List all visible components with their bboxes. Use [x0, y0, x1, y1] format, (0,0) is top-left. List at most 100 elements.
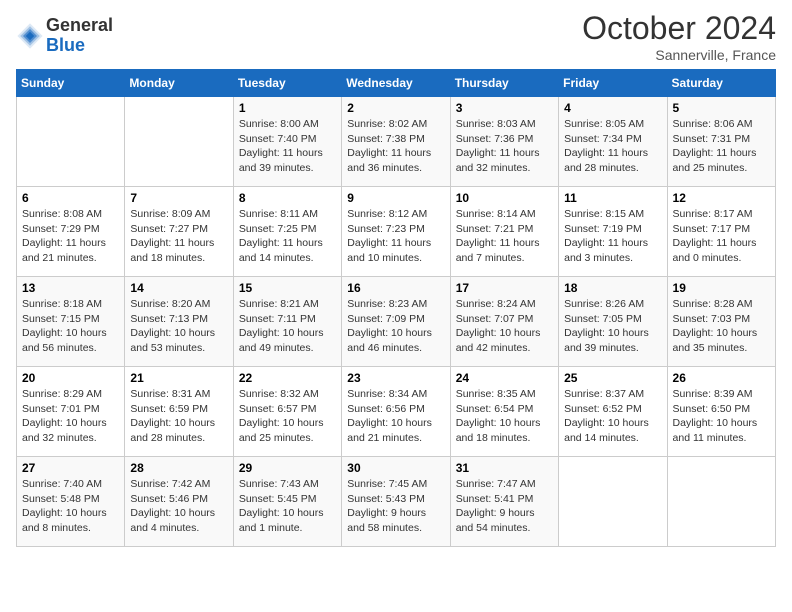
day-detail: Sunrise: 8:11 AMSunset: 7:25 PMDaylight:…	[239, 208, 323, 264]
day-number: 17	[456, 281, 553, 295]
day-number: 18	[564, 281, 661, 295]
day-number: 24	[456, 371, 553, 385]
calendar-cell: 18 Sunrise: 8:26 AMSunset: 7:05 PMDayligh…	[559, 277, 667, 367]
day-detail: Sunrise: 8:17 AMSunset: 7:17 PMDaylight:…	[673, 208, 757, 264]
day-detail: Sunrise: 8:32 AMSunset: 6:57 PMDaylight:…	[239, 388, 324, 444]
calendar-header: SundayMondayTuesdayWednesdayThursdayFrid…	[17, 70, 776, 97]
weekday-header: Tuesday	[233, 70, 341, 97]
calendar-body: 1Sunrise: 8:00 AMSunset: 7:40 PMDaylight…	[17, 97, 776, 547]
day-number: 28	[130, 461, 227, 475]
day-number: 25	[564, 371, 661, 385]
day-detail: Sunrise: 8:29 AMSunset: 7:01 PMDaylight:…	[22, 388, 107, 444]
day-detail: Sunrise: 8:12 AMSunset: 7:23 PMDaylight:…	[347, 208, 431, 264]
day-detail: Sunrise: 8:26 AMSunset: 7:05 PMDaylight:…	[564, 298, 649, 354]
day-number: 27	[22, 461, 119, 475]
day-detail: Sunrise: 8:35 AMSunset: 6:54 PMDaylight:…	[456, 388, 541, 444]
day-number: 13	[22, 281, 119, 295]
day-detail: Sunrise: 8:15 AMSunset: 7:19 PMDaylight:…	[564, 208, 648, 264]
day-detail: Sunrise: 8:37 AMSunset: 6:52 PMDaylight:…	[564, 388, 649, 444]
logo: General Blue	[16, 16, 113, 56]
day-detail: Sunrise: 7:45 AMSunset: 5:43 PMDaylight:…	[347, 478, 427, 534]
calendar-cell: 27Sunrise: 7:40 AMSunset: 5:48 PMDayligh…	[17, 457, 125, 547]
calendar-week-row: 20 Sunrise: 8:29 AMSunset: 7:01 PMDayligh…	[17, 367, 776, 457]
calendar-cell: 14Sunrise: 8:20 AMSunset: 7:13 PMDayligh…	[125, 277, 233, 367]
day-detail: Sunrise: 8:20 AMSunset: 7:13 PMDaylight:…	[130, 298, 215, 354]
calendar-cell: 9 Sunrise: 8:12 AMSunset: 7:23 PMDaylight…	[342, 187, 450, 277]
calendar-week-row: 13 Sunrise: 8:18 AMSunset: 7:15 PMDayligh…	[17, 277, 776, 367]
calendar-cell: 7Sunrise: 8:09 AMSunset: 7:27 PMDaylight…	[125, 187, 233, 277]
day-detail: Sunrise: 8:23 AMSunset: 7:09 PMDaylight:…	[347, 298, 432, 354]
day-detail: Sunrise: 7:42 AMSunset: 5:46 PMDaylight:…	[130, 478, 215, 534]
day-number: 30	[347, 461, 444, 475]
logo-general-text: General	[46, 16, 113, 36]
calendar-cell: 16 Sunrise: 8:23 AMSunset: 7:09 PMDayligh…	[342, 277, 450, 367]
calendar-cell: 3 Sunrise: 8:03 AMSunset: 7:36 PMDaylight…	[450, 97, 558, 187]
day-number: 3	[456, 101, 553, 115]
day-number: 10	[456, 191, 553, 205]
day-detail: Sunrise: 8:21 AMSunset: 7:11 PMDaylight:…	[239, 298, 324, 354]
calendar-cell: 25 Sunrise: 8:37 AMSunset: 6:52 PMDayligh…	[559, 367, 667, 457]
logo-text: General Blue	[46, 16, 113, 56]
day-number: 21	[130, 371, 227, 385]
day-number: 11	[564, 191, 661, 205]
calendar-cell: 15 Sunrise: 8:21 AMSunset: 7:11 PMDayligh…	[233, 277, 341, 367]
day-number: 26	[673, 371, 770, 385]
weekday-header: Saturday	[667, 70, 775, 97]
calendar-cell: 2Sunrise: 8:02 AMSunset: 7:38 PMDaylight…	[342, 97, 450, 187]
calendar-cell: 19Sunrise: 8:28 AMSunset: 7:03 PMDayligh…	[667, 277, 775, 367]
day-number: 20	[22, 371, 119, 385]
day-number: 9	[347, 191, 444, 205]
calendar-cell: 20 Sunrise: 8:29 AMSunset: 7:01 PMDayligh…	[17, 367, 125, 457]
day-number: 15	[239, 281, 336, 295]
weekday-header: Sunday	[17, 70, 125, 97]
calendar-cell: 23 Sunrise: 8:34 AMSunset: 6:56 PMDayligh…	[342, 367, 450, 457]
day-number: 5	[673, 101, 770, 115]
calendar-cell	[17, 97, 125, 187]
page-header: General Blue October 2024 Sannerville, F…	[16, 10, 776, 63]
day-detail: Sunrise: 8:03 AMSunset: 7:36 PMDaylight:…	[456, 118, 540, 174]
calendar-cell: 22Sunrise: 8:32 AMSunset: 6:57 PMDayligh…	[233, 367, 341, 457]
day-number: 29	[239, 461, 336, 475]
day-number: 16	[347, 281, 444, 295]
calendar-cell: 26Sunrise: 8:39 AMSunset: 6:50 PMDayligh…	[667, 367, 775, 457]
day-detail: Sunrise: 7:47 AMSunset: 5:41 PMDaylight:…	[456, 478, 536, 534]
weekday-header: Monday	[125, 70, 233, 97]
weekday-header: Thursday	[450, 70, 558, 97]
calendar-cell: 21 Sunrise: 8:31 AMSunset: 6:59 PMDayligh…	[125, 367, 233, 457]
day-detail: Sunrise: 8:06 AMSunset: 7:31 PMDaylight:…	[673, 118, 757, 174]
title-block: October 2024 Sannerville, France	[582, 10, 776, 63]
calendar-cell: 10 Sunrise: 8:14 AMSunset: 7:21 PMDayligh…	[450, 187, 558, 277]
calendar-cell: 24 Sunrise: 8:35 AMSunset: 6:54 PMDayligh…	[450, 367, 558, 457]
day-number: 23	[347, 371, 444, 385]
day-number: 31	[456, 461, 553, 475]
day-detail: Sunrise: 8:31 AMSunset: 6:59 PMDaylight:…	[130, 388, 215, 444]
day-number: 19	[673, 281, 770, 295]
calendar-cell: 5 Sunrise: 8:06 AMSunset: 7:31 PMDaylight…	[667, 97, 775, 187]
location-subtitle: Sannerville, France	[582, 47, 776, 63]
calendar-cell: 13 Sunrise: 8:18 AMSunset: 7:15 PMDayligh…	[17, 277, 125, 367]
calendar-table: SundayMondayTuesdayWednesdayThursdayFrid…	[16, 69, 776, 547]
day-detail: Sunrise: 8:34 AMSunset: 6:56 PMDaylight:…	[347, 388, 432, 444]
day-detail: Sunrise: 7:43 AMSunset: 5:45 PMDaylight:…	[239, 478, 324, 534]
calendar-cell: 30 Sunrise: 7:45 AMSunset: 5:43 PMDayligh…	[342, 457, 450, 547]
calendar-cell: 8 Sunrise: 8:11 AMSunset: 7:25 PMDaylight…	[233, 187, 341, 277]
day-number: 6	[22, 191, 119, 205]
day-number: 8	[239, 191, 336, 205]
day-number: 7	[130, 191, 227, 205]
calendar-cell: 1Sunrise: 8:00 AMSunset: 7:40 PMDaylight…	[233, 97, 341, 187]
day-detail: Sunrise: 8:14 AMSunset: 7:21 PMDaylight:…	[456, 208, 540, 264]
calendar-cell	[559, 457, 667, 547]
calendar-week-row: 27Sunrise: 7:40 AMSunset: 5:48 PMDayligh…	[17, 457, 776, 547]
day-detail: Sunrise: 8:05 AMSunset: 7:34 PMDaylight:…	[564, 118, 648, 174]
calendar-week-row: 1Sunrise: 8:00 AMSunset: 7:40 PMDaylight…	[17, 97, 776, 187]
calendar-cell: 11 Sunrise: 8:15 AMSunset: 7:19 PMDayligh…	[559, 187, 667, 277]
calendar-cell	[667, 457, 775, 547]
day-number: 2	[347, 101, 444, 115]
day-detail: Sunrise: 8:18 AMSunset: 7:15 PMDaylight:…	[22, 298, 107, 354]
calendar-week-row: 6 Sunrise: 8:08 AMSunset: 7:29 PMDaylight…	[17, 187, 776, 277]
calendar-cell: 4 Sunrise: 8:05 AMSunset: 7:34 PMDaylight…	[559, 97, 667, 187]
day-detail: Sunrise: 8:24 AMSunset: 7:07 PMDaylight:…	[456, 298, 541, 354]
day-detail: Sunrise: 8:08 AMSunset: 7:29 PMDaylight:…	[22, 208, 106, 264]
day-number: 4	[564, 101, 661, 115]
logo-blue-text: Blue	[46, 36, 113, 56]
